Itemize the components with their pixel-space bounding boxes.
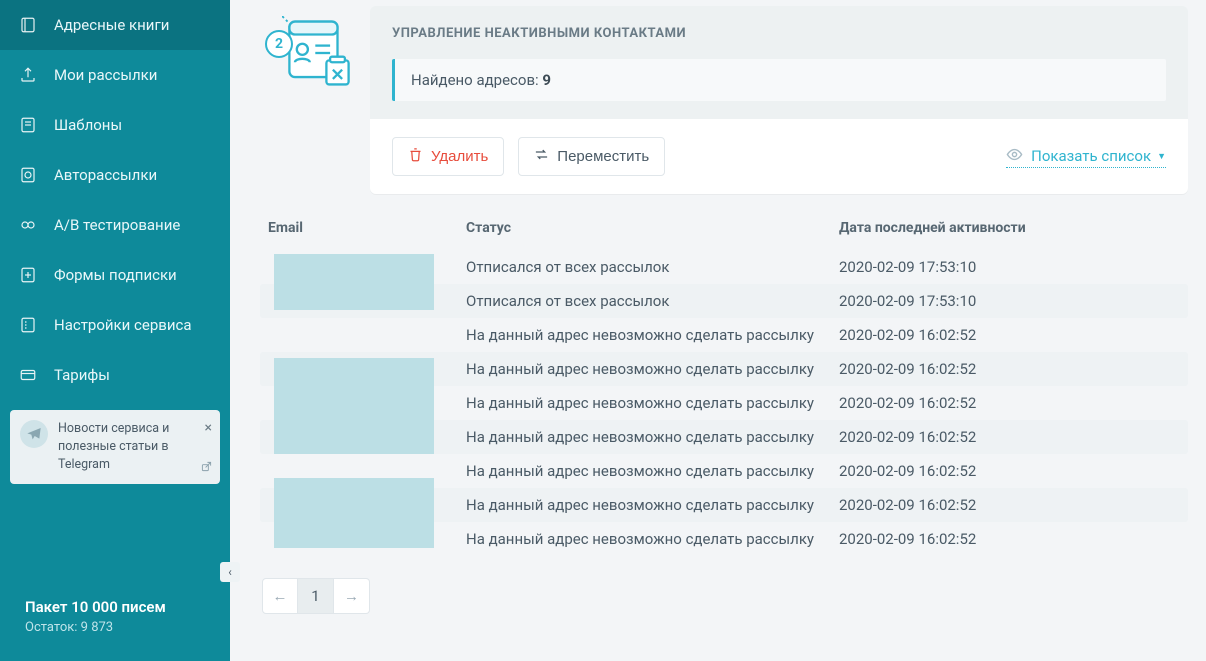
- plan-balance: Остаток: 9 873: [25, 620, 210, 635]
- table-header: Email Статус Дата последней активности: [260, 220, 1188, 250]
- sidebar-item-service-settings[interactable]: Настройки сервиса: [0, 300, 230, 350]
- sidebar-item-campaigns[interactable]: Мои рассылки: [0, 50, 230, 100]
- cell-date: 2020-02-09 17:53:10: [839, 292, 1180, 310]
- sidebar: Адресные книги Мои рассылки Шаблоны Авто…: [0, 0, 230, 661]
- inactive-contacts-panel: УПРАВЛЕНИЕ НЕАКТИВНЫМИ КОНТАКТАМИ Найден…: [370, 6, 1188, 194]
- form-icon: [18, 265, 38, 285]
- delete-button[interactable]: Удалить: [392, 137, 504, 176]
- promo-text: Новости сервиса и полезные статьи в Tele…: [58, 420, 210, 474]
- book-icon: [18, 15, 38, 35]
- move-icon: [534, 147, 549, 166]
- clock-icon: [18, 165, 38, 185]
- cell-date: 2020-02-09 16:02:52: [839, 428, 1180, 446]
- sidebar-item-label: Формы подписки: [54, 266, 177, 284]
- cell-status: На данный адрес невозможно сделать рассы…: [466, 326, 839, 344]
- settings-icon: [18, 315, 38, 335]
- cell-status: На данный адрес невозможно сделать рассы…: [466, 496, 839, 514]
- redacted-email: [274, 358, 434, 454]
- pager-prev[interactable]: ←: [262, 578, 298, 614]
- sidebar-item-label: Авторассылки: [54, 166, 157, 184]
- card-icon: [18, 365, 38, 385]
- close-icon[interactable]: ×: [205, 418, 212, 438]
- move-button[interactable]: Переместить: [518, 137, 665, 176]
- found-label: Найдено адресов:: [411, 71, 542, 89]
- found-count: 9: [542, 71, 551, 89]
- sidebar-item-ab-testing[interactable]: A/B тестирование: [0, 200, 230, 250]
- contact-card-icon: [282, 16, 356, 90]
- sidebar-item-address-books[interactable]: Адресные книги: [0, 0, 230, 50]
- collapse-sidebar-button[interactable]: ‹: [220, 562, 240, 582]
- caret-down-icon: ▼: [1157, 151, 1166, 162]
- step-number-badge: 2: [265, 30, 293, 58]
- step-illustration: 2: [260, 6, 370, 94]
- actions-bar: Удалить Переместить Показать список ▼: [370, 119, 1188, 194]
- upload-icon: [18, 65, 38, 85]
- sidebar-item-templates[interactable]: Шаблоны: [0, 100, 230, 150]
- delete-label: Удалить: [431, 148, 488, 165]
- cell-date: 2020-02-09 16:02:52: [839, 530, 1180, 548]
- th-date: Дата последней активности: [839, 220, 1180, 236]
- template-icon: [18, 115, 38, 135]
- cell-status: На данный адрес невозможно сделать рассы…: [466, 530, 839, 548]
- sidebar-item-label: Тарифы: [54, 366, 110, 384]
- sidebar-item-subscribe-forms[interactable]: Формы подписки: [0, 250, 230, 300]
- cell-status: На данный адрес невозможно сделать рассы…: [466, 462, 839, 480]
- cell-date: 2020-02-09 16:02:52: [839, 360, 1180, 378]
- cell-status: На данный адрес невозможно сделать рассы…: [466, 394, 839, 412]
- sidebar-item-label: Шаблоны: [54, 116, 122, 134]
- sidebar-item-autoresponders[interactable]: Авторассылки: [0, 150, 230, 200]
- sidebar-footer: Пакет 10 000 писем Остаток: 9 873: [0, 580, 230, 661]
- cell-status: На данный адрес невозможно сделать рассы…: [466, 360, 839, 378]
- main-content: 2 УПРАВЛЕНИЕ НЕАКТИВНЫМИ КОНТАКТАМИ: [230, 0, 1206, 661]
- cell-date: 2020-02-09 16:02:52: [839, 462, 1180, 480]
- show-list-link[interactable]: Показать список ▼: [1006, 146, 1166, 168]
- redacted-email: [274, 478, 434, 548]
- cell-status: Отписался от всех рассылок: [466, 258, 839, 276]
- sidebar-item-label: Мои рассылки: [54, 66, 157, 84]
- sidebar-nav: Адресные книги Мои рассылки Шаблоны Авто…: [0, 0, 230, 400]
- show-list-label: Показать список: [1031, 147, 1151, 165]
- telegram-promo-card[interactable]: Новости сервиса и полезные статьи в Tele…: [10, 410, 220, 484]
- result-summary: Найдено адресов: 9: [392, 59, 1166, 101]
- sidebar-item-label: Адресные книги: [54, 16, 169, 34]
- sidebar-item-label: Настройки сервиса: [54, 316, 192, 334]
- sidebar-item-tariffs[interactable]: Тарифы: [0, 350, 230, 400]
- pager-page-1[interactable]: 1: [298, 578, 334, 614]
- cell-date: 2020-02-09 16:02:52: [839, 326, 1180, 344]
- trash-icon: [408, 147, 423, 166]
- external-link-icon: [201, 460, 212, 478]
- th-email: Email: [268, 220, 466, 236]
- pager-next[interactable]: →: [334, 578, 370, 614]
- ab-icon: [18, 215, 38, 235]
- eye-icon: [1006, 146, 1023, 167]
- plan-title: Пакет 10 000 писем: [25, 598, 210, 616]
- telegram-icon: [20, 420, 48, 448]
- cell-date: 2020-02-09 17:53:10: [839, 258, 1180, 276]
- cell-status: На данный адрес невозможно сделать рассы…: [466, 428, 839, 446]
- move-label: Переместить: [557, 148, 649, 165]
- cell-status: Отписался от всех рассылок: [466, 292, 839, 310]
- panel-title: УПРАВЛЕНИЕ НЕАКТИВНЫМИ КОНТАКТАМИ: [392, 26, 1166, 41]
- cell-date: 2020-02-09 16:02:52: [839, 394, 1180, 412]
- cell-date: 2020-02-09 16:02:52: [839, 496, 1180, 514]
- table-row[interactable]: На данный адрес невозможно сделать рассы…: [260, 318, 1188, 352]
- contacts-table: Email Статус Дата последней активности О…: [260, 220, 1188, 614]
- step-panel: 2 УПРАВЛЕНИЕ НЕАКТИВНЫМИ КОНТАКТАМИ: [260, 6, 1188, 194]
- sidebar-item-label: A/B тестирование: [54, 216, 180, 234]
- th-status: Статус: [466, 220, 839, 236]
- table-body: Отписался от всех рассылок 2020-02-09 17…: [260, 250, 1188, 556]
- pagination: ← 1 →: [260, 578, 1188, 614]
- redacted-email: [274, 254, 434, 310]
